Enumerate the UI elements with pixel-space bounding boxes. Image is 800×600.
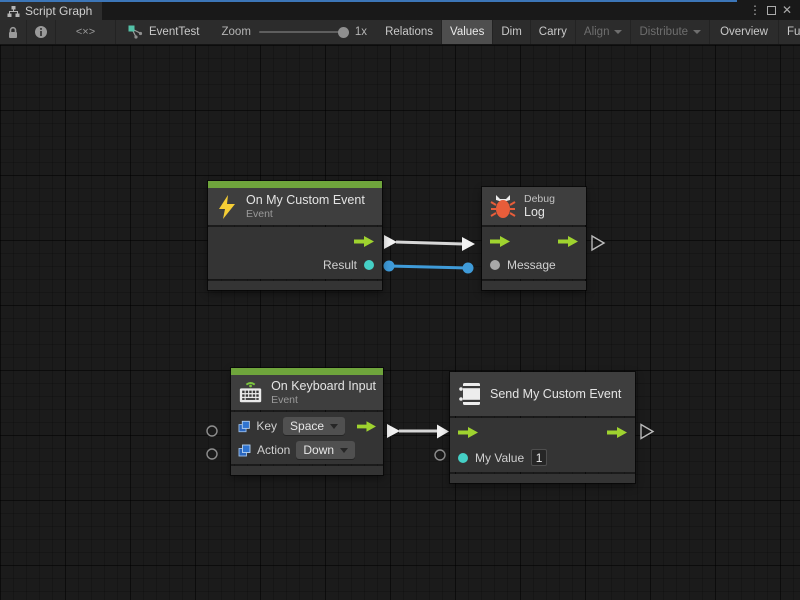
title-bar: Script Graph ⋮ ✕ — [0, 0, 800, 20]
fullscreen-button[interactable]: Full Screen — [779, 20, 800, 44]
event-accent-bar — [208, 181, 382, 188]
custom-event-icon — [458, 381, 482, 407]
tab-script-graph[interactable]: Script Graph — [0, 2, 102, 20]
values-button[interactable]: Values — [442, 20, 493, 44]
port-label: Key — [256, 419, 277, 433]
node-title: Log — [524, 205, 555, 219]
code-icon: <×> — [76, 26, 95, 38]
lock-icon — [7, 26, 19, 39]
relations-button[interactable]: Relations — [377, 20, 442, 44]
enum-type-icon — [238, 420, 250, 433]
node-on-keyboard-input[interactable]: On Keyboard Input Event Key Space — [231, 368, 383, 475]
flow-connection-start-arrow — [384, 235, 397, 249]
zoom-slider[interactable] — [259, 31, 347, 33]
overview-button[interactable]: Overview — [710, 20, 779, 44]
node-debug-log[interactable]: Debug Log Message — [482, 187, 586, 290]
node-title: Send My Custom Event — [490, 387, 621, 401]
node-title: On Keyboard Input — [271, 379, 376, 393]
info-icon — [34, 25, 48, 39]
tab-title: Script Graph — [25, 4, 92, 18]
info-button[interactable] — [27, 20, 56, 44]
breadcrumb-label: EventTest — [149, 26, 200, 38]
node-footer — [208, 281, 382, 290]
flow-connection-end-arrow — [462, 237, 475, 251]
edit-source-button[interactable]: <×> — [56, 20, 116, 44]
graph-canvas[interactable]: On My Custom Event Event Result — [0, 45, 800, 600]
script-graph-window: Script Graph ⋮ ✕ <×> — [0, 0, 800, 600]
connections-layer — [0, 45, 800, 600]
port-label: Message — [507, 258, 556, 272]
node-subtitle: Event — [271, 394, 376, 406]
zoom-label: Zoom — [222, 26, 251, 38]
key-dropdown[interactable]: Space — [283, 417, 345, 435]
node-title: On My Custom Event — [246, 193, 365, 207]
breadcrumb[interactable]: EventTest — [116, 20, 212, 44]
value-input-hint-circle[interactable] — [435, 450, 445, 460]
node-subtitle: Event — [246, 208, 365, 220]
chevron-down-icon — [693, 30, 701, 34]
lightning-icon — [216, 195, 238, 219]
flow-input-port-icon[interactable] — [458, 427, 478, 438]
my-value-input[interactable] — [531, 449, 547, 466]
distribute-button[interactable]: Distribute — [631, 20, 710, 44]
maximize-icon[interactable] — [767, 6, 776, 15]
flow-input-port-icon[interactable] — [490, 236, 510, 247]
chevron-down-icon — [340, 448, 348, 453]
action-dropdown[interactable]: Down — [296, 441, 355, 459]
graph-icon — [7, 5, 20, 18]
node-footer — [450, 474, 635, 483]
flow-output-port-icon[interactable] — [607, 427, 627, 438]
event-accent-bar — [231, 368, 383, 375]
flow-output-hint-triangle[interactable] — [592, 236, 604, 250]
key-dropdown-value: Space — [290, 419, 324, 433]
port-label: My Value — [475, 451, 524, 465]
focus-indicator — [0, 0, 737, 2]
zoom-control: Zoom 1x — [212, 20, 378, 44]
port-label: Result — [323, 258, 357, 272]
value-connection-end-dot — [463, 263, 474, 274]
value-input-hint-circle[interactable] — [207, 449, 217, 459]
flow-output-port-icon[interactable] — [357, 421, 376, 432]
node-on-my-custom-event[interactable]: On My Custom Event Event Result — [208, 181, 382, 290]
flow-output-port-icon[interactable] — [354, 236, 374, 247]
zoom-value: 1x — [355, 26, 367, 38]
node-footer — [231, 466, 383, 475]
value-input-port[interactable] — [458, 453, 468, 463]
close-icon[interactable]: ✕ — [782, 4, 792, 16]
action-dropdown-value: Down — [303, 443, 334, 457]
dim-button[interactable]: Dim — [493, 20, 530, 44]
keyboard-icon — [238, 379, 263, 406]
align-button[interactable]: Align — [576, 20, 632, 44]
value-input-port[interactable] — [490, 260, 500, 270]
node-send-my-custom-event[interactable]: Send My Custom Event My Value — [450, 372, 635, 483]
graph-toolbar: <×> EventTest Zoom 1x Relations Values D… — [0, 20, 800, 45]
flow-output-hint-triangle[interactable] — [641, 425, 653, 439]
window-controls: ⋮ ✕ — [749, 0, 800, 20]
node-category: Debug — [524, 193, 555, 205]
macro-graph-icon — [128, 25, 143, 39]
carry-button[interactable]: Carry — [531, 20, 576, 44]
panel-menu-icon[interactable]: ⋮ — [749, 4, 761, 16]
value-connection[interactable] — [389, 266, 468, 268]
flow-connection-start-arrow — [387, 424, 400, 438]
bug-icon — [490, 194, 516, 218]
flow-connection-end-arrow — [437, 425, 449, 439]
lock-button[interactable] — [0, 20, 27, 44]
flow-connection[interactable] — [396, 242, 463, 244]
enum-type-icon — [238, 444, 251, 457]
chevron-down-icon — [330, 424, 338, 429]
value-input-hint-circle[interactable] — [207, 426, 217, 436]
chevron-down-icon — [614, 30, 622, 34]
zoom-slider-knob[interactable] — [338, 27, 349, 38]
value-output-port[interactable] — [364, 260, 374, 270]
node-footer — [482, 281, 586, 290]
flow-output-port-icon[interactable] — [558, 236, 578, 247]
value-connection-start-dot — [384, 261, 395, 272]
port-label: Action — [257, 443, 290, 457]
